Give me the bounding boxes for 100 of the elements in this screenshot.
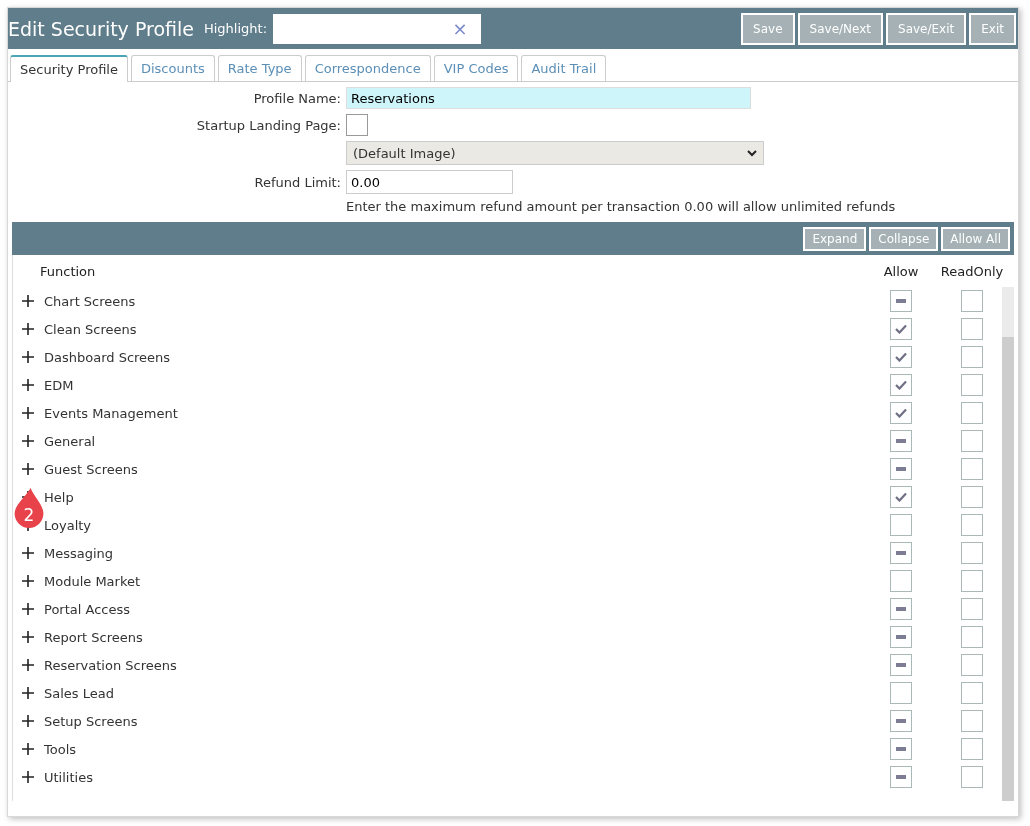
function-name: Dashboard Screens xyxy=(44,349,171,365)
expand-icon[interactable] xyxy=(22,435,34,447)
field-label: Profile Name: xyxy=(252,90,341,106)
function-name: Sales Lead xyxy=(44,685,114,701)
readonly-checkbox[interactable] xyxy=(961,710,983,732)
expand-icon[interactable] xyxy=(22,631,34,643)
function-name: Module Market xyxy=(44,573,141,589)
expand-icon[interactable] xyxy=(22,463,34,475)
allow-checkbox[interactable] xyxy=(890,346,912,368)
header-button[interactable]: Save/Exit xyxy=(886,12,967,45)
expand-icon[interactable] xyxy=(22,715,34,727)
tab[interactable]: Security Profile xyxy=(10,55,128,82)
allow-checkbox[interactable] xyxy=(890,766,912,788)
allow-checkbox[interactable] xyxy=(890,374,912,396)
readonly-checkbox[interactable] xyxy=(961,514,983,536)
checkbox[interactable] xyxy=(346,114,368,136)
expand-icon[interactable] xyxy=(22,771,34,783)
callout-badge: 2 xyxy=(13,485,45,531)
chevron-down-icon xyxy=(747,149,757,157)
allow-checkbox[interactable] xyxy=(890,682,912,704)
tab[interactable]: VIP Codes xyxy=(433,55,519,81)
tab[interactable]: Audit Trail xyxy=(521,55,607,81)
grid-button[interactable]: Expand xyxy=(803,226,867,251)
scrollbar[interactable] xyxy=(1002,287,1014,801)
readonly-checkbox[interactable] xyxy=(961,290,983,312)
readonly-checkbox[interactable] xyxy=(961,626,983,648)
allow-checkbox[interactable] xyxy=(890,570,912,592)
allow-checkbox[interactable] xyxy=(890,458,912,480)
allow-checkbox[interactable] xyxy=(890,598,912,620)
readonly-checkbox[interactable] xyxy=(961,682,983,704)
function-name: Help xyxy=(44,489,74,505)
grid-button[interactable]: Allow All xyxy=(941,226,1010,251)
readonly-checkbox[interactable] xyxy=(961,654,983,676)
readonly-checkbox[interactable] xyxy=(961,486,983,508)
allow-checkbox[interactable] xyxy=(890,542,912,564)
allow-checkbox[interactable] xyxy=(890,738,912,760)
function-name: Tools xyxy=(44,741,77,757)
readonly-checkbox[interactable] xyxy=(961,430,983,452)
expand-icon[interactable] xyxy=(22,687,34,699)
allow-checkbox[interactable] xyxy=(890,318,912,340)
allow-checkbox[interactable] xyxy=(890,626,912,648)
expand-icon[interactable] xyxy=(22,351,34,363)
function-name: Messaging xyxy=(44,545,114,561)
expand-icon[interactable] xyxy=(22,575,34,587)
hint-text: Enter the maximum refund amount per transaction 0.00 will allow unlimited refunds xyxy=(346,199,897,214)
allow-checkbox[interactable] xyxy=(890,430,912,452)
allow-checkbox[interactable] xyxy=(890,710,912,732)
function-name: Report Screens xyxy=(44,629,143,645)
field-label: Startup Landing Page: xyxy=(195,117,341,133)
readonly-checkbox[interactable] xyxy=(961,598,983,620)
tab[interactable]: Rate Type xyxy=(217,55,302,81)
image-dropdown[interactable]: (Default Image) xyxy=(346,141,764,165)
column-header: Allow xyxy=(882,263,920,279)
clear-button[interactable]: × xyxy=(445,18,476,39)
function-name: Reservation Screens xyxy=(44,657,177,673)
refund-limit-field[interactable]: 0.00 xyxy=(346,170,513,194)
readonly-checkbox[interactable] xyxy=(961,738,983,760)
window-title: Edit Security Profile xyxy=(8,17,194,40)
expand-icon[interactable] xyxy=(22,407,34,419)
readonly-checkbox[interactable] xyxy=(961,570,983,592)
expand-icon[interactable] xyxy=(22,323,34,335)
tab[interactable]: Discounts xyxy=(130,55,215,81)
expand-icon[interactable] xyxy=(22,379,34,391)
function-name: Utilities xyxy=(44,769,93,785)
function-name: EDM xyxy=(44,377,74,393)
readonly-checkbox[interactable] xyxy=(961,346,983,368)
function-name: General xyxy=(44,433,96,449)
tab[interactable]: Correspondence xyxy=(304,55,431,81)
allow-checkbox[interactable] xyxy=(890,402,912,424)
expand-icon[interactable] xyxy=(22,295,34,307)
expand-icon[interactable] xyxy=(22,743,34,755)
highlight-label: Highlight: xyxy=(204,21,268,36)
function-name: Loyalty xyxy=(44,517,92,533)
allow-checkbox[interactable] xyxy=(890,486,912,508)
readonly-checkbox[interactable] xyxy=(961,542,983,564)
function-name: Chart Screens xyxy=(44,293,136,309)
readonly-checkbox[interactable] xyxy=(961,766,983,788)
header-button[interactable]: Save/Next xyxy=(797,12,884,45)
header-button[interactable]: Exit xyxy=(969,12,1016,45)
expand-icon[interactable] xyxy=(22,659,34,671)
column-header: ReadOnly xyxy=(939,263,1005,279)
field-label: Refund Limit: xyxy=(253,174,341,190)
function-name: Clean Screens xyxy=(44,321,137,337)
allow-checkbox[interactable] xyxy=(890,654,912,676)
readonly-checkbox[interactable] xyxy=(961,318,983,340)
allow-checkbox[interactable] xyxy=(890,290,912,312)
expand-icon[interactable] xyxy=(22,603,34,615)
function-name: Portal Access xyxy=(44,601,130,617)
profile-name-field[interactable]: Reservations xyxy=(346,87,751,109)
column-header: Function xyxy=(40,263,96,279)
expand-icon[interactable] xyxy=(22,547,34,559)
function-name: Events Management xyxy=(44,405,178,421)
readonly-checkbox[interactable] xyxy=(961,374,983,396)
readonly-checkbox[interactable] xyxy=(961,402,983,424)
readonly-checkbox[interactable] xyxy=(961,458,983,480)
function-name: Setup Screens xyxy=(44,713,138,729)
function-name: Guest Screens xyxy=(44,461,138,477)
header-button[interactable]: Save xyxy=(741,12,795,45)
allow-checkbox[interactable] xyxy=(890,514,912,536)
grid-button[interactable]: Collapse xyxy=(869,226,939,251)
